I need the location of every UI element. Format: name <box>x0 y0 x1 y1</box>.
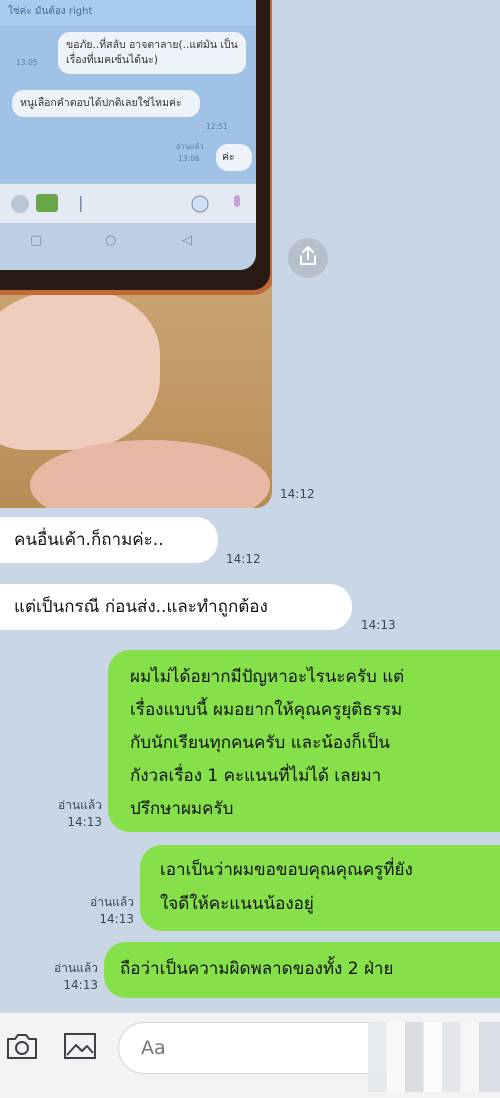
image-icon <box>63 1031 97 1065</box>
message-line: ถือว่าเป็นความผิดพลาดของทั้ง 2 ฝ่าย <box>120 959 394 979</box>
photo-phone-screen: ใช่ค่ะ มันต้อง right ขอภัย..ที่สลับ อาจต… <box>0 0 256 270</box>
message-incoming-1[interactable]: คนอื่นเค้า.ก็ถามค่ะ.. <box>0 517 218 563</box>
camera-button[interactable] <box>2 1028 42 1068</box>
message-incoming-2[interactable]: แต่เป็นกรณี ก่อนส่ง..และทำถูกต้อง <box>0 584 352 630</box>
message-time: 14:13 <box>99 912 134 926</box>
message-line: ผมไม่ได้อยากมีปัญหาอะไรนะครับ แต่ <box>130 667 405 687</box>
message-time: 14:13 <box>67 815 102 829</box>
photo-message-2: หนูเลือกคำตอบได้ปกติเลยใช่ไหมค่ะ <box>12 90 200 117</box>
message-text: แต่เป็นกรณี ก่อนส่ง..และทำถูกต้อง <box>14 597 268 617</box>
image-button[interactable] <box>60 1028 100 1068</box>
message-line: เอาเป็นว่าผมขอขอบคุณคุณครูที่ยัง <box>160 860 413 880</box>
message-time: 14:13 <box>361 618 396 632</box>
message-outgoing-1[interactable]: ผมไม่ได้อยากมีปัญหาอะไรนะครับ แต่ เรื่อง… <box>108 650 500 832</box>
pixelated-area <box>368 1022 500 1092</box>
shared-photo[interactable]: ใช่ค่ะ มันต้อง right ขอภัย..ที่สลับ อาจต… <box>0 0 272 508</box>
message-line: ปรึกษาผมครับ <box>130 799 234 819</box>
message-line: กับนักเรียนทุกคนครับ และน้องก็เป็น <box>130 733 390 753</box>
read-receipt: อ่านแล้ว <box>54 961 98 975</box>
camera-icon <box>5 1031 39 1065</box>
photo-hand <box>0 290 160 450</box>
photo-message-3: ค่ะ <box>216 144 252 171</box>
message-line: กังวลเรื่อง 1 คะแนนที่ไม่ได้ เลยมา <box>130 766 382 786</box>
read-receipt: อ่านแล้ว <box>90 895 134 909</box>
message-input[interactable] <box>118 1022 398 1074</box>
share-icon <box>298 245 318 271</box>
message-time: 14:12 <box>226 552 261 566</box>
message-outgoing-2[interactable]: เอาเป็นว่าผมขอขอบคุณคุณครูที่ยัง ใจดีให้… <box>140 845 500 931</box>
photo-message-3-time: 13:06 <box>178 154 200 163</box>
share-button[interactable] <box>288 238 328 278</box>
message-text: คนอื่นเค้า.ก็ถามค่ะ.. <box>14 530 164 550</box>
photo-message-3-read: อ่านแล้ว <box>176 142 204 151</box>
message-line: ใจดีให้คะแนนน้องอยู่ <box>160 894 314 914</box>
message-line: เรื่องแบบนี้ ผมอยากให้คุณครูยุติธรรม <box>130 700 403 720</box>
photo-message-1: ขอภัย..ที่สลับ อาจตาลาย(..แต่มัน เป็นเรื… <box>58 32 246 74</box>
photo-message-2-time: 12:51 <box>206 122 228 131</box>
photo-nav-bar: ▢ ○ ◁ <box>0 223 256 270</box>
photo-time: 14:12 <box>280 487 315 501</box>
photo-thumb <box>30 440 270 508</box>
read-receipt: อ่านแล้ว <box>58 798 102 812</box>
message-outgoing-3[interactable]: ถือว่าเป็นความผิดพลาดของทั้ง 2 ฝ่าย <box>104 942 500 998</box>
message-time: 14:13 <box>63 978 98 992</box>
photo-input-bar <box>0 183 256 224</box>
photo-message-1-time: 13:05 <box>16 58 38 67</box>
photo-phone: ใช่ค่ะ มันต้อง right ขอภัย..ที่สลับ อาจต… <box>0 0 272 295</box>
photo-screen-header: ใช่ค่ะ มันต้อง right <box>0 0 256 26</box>
